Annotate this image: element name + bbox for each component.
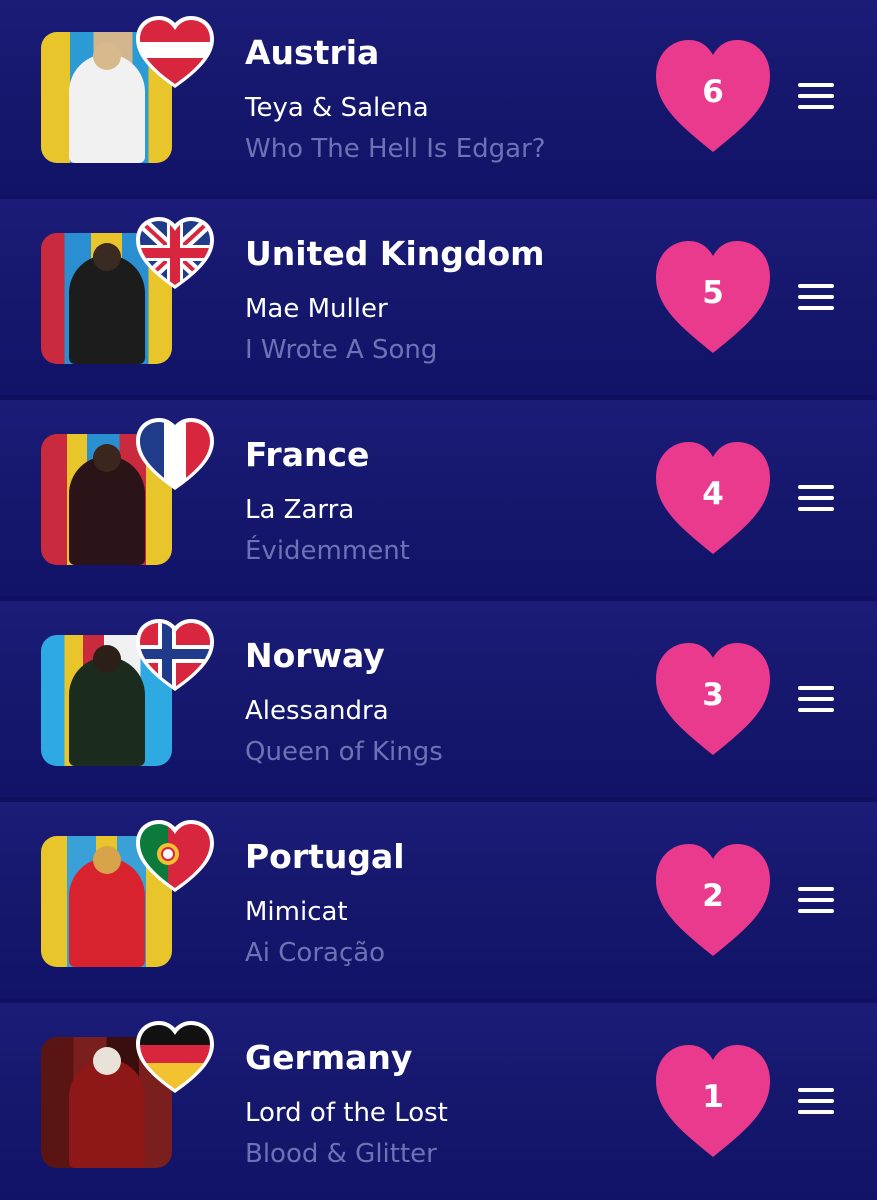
drag-handle-icon[interactable] — [798, 885, 834, 915]
points-heart-badge[interactable]: 1 — [653, 1043, 773, 1159]
song-title: Évidemment — [245, 536, 410, 566]
artist-name: Mae Muller — [245, 294, 388, 324]
points-value: 5 — [702, 275, 724, 311]
austria-flag-heart-icon — [136, 16, 214, 88]
country-name: Portugal — [245, 837, 405, 876]
france-flag-heart-icon — [136, 418, 214, 490]
artist-name: Lord of the Lost — [245, 1098, 448, 1128]
ranking-list: Austria Teya & Salena Who The Hell Is Ed… — [0, 0, 877, 1200]
country-name: Germany — [245, 1038, 413, 1077]
country-name: Austria — [245, 33, 380, 72]
drag-handle-icon[interactable] — [798, 684, 834, 714]
list-item[interactable]: Germany Lord of the Lost Blood & Glitter… — [0, 1003, 877, 1200]
points-heart-badge[interactable]: 2 — [653, 842, 773, 958]
points-value: 2 — [702, 878, 724, 914]
points-heart-badge[interactable]: 3 — [653, 641, 773, 757]
points-heart-badge[interactable]: 5 — [653, 239, 773, 355]
drag-handle-icon[interactable] — [798, 1086, 834, 1116]
points-value: 3 — [702, 677, 724, 713]
points-value: 4 — [702, 476, 724, 512]
artist-name: La Zarra — [245, 495, 355, 525]
points-value: 6 — [702, 74, 724, 110]
song-title: Ai Coração — [245, 938, 386, 968]
germany-flag-heart-icon — [136, 1021, 214, 1093]
song-title: Blood & Glitter — [245, 1139, 437, 1169]
portugal-flag-heart-icon — [136, 820, 214, 892]
song-title: Who The Hell Is Edgar? — [245, 134, 546, 164]
country-name: France — [245, 435, 370, 474]
list-item[interactable]: United Kingdom Mae Muller I Wrote A Song… — [0, 199, 877, 395]
song-title: Queen of Kings — [245, 737, 443, 767]
drag-handle-icon[interactable] — [798, 282, 834, 312]
country-name: Norway — [245, 636, 385, 675]
uk-flag-heart-icon — [136, 217, 214, 289]
drag-handle-icon[interactable] — [798, 483, 834, 513]
artist-name: Alessandra — [245, 696, 389, 726]
list-item[interactable]: France La Zarra Évidemment 4 — [0, 400, 877, 596]
country-name: United Kingdom — [245, 234, 545, 273]
list-item[interactable]: Norway Alessandra Queen of Kings 3 — [0, 601, 877, 797]
artist-name: Teya & Salena — [245, 93, 429, 123]
song-title: I Wrote A Song — [245, 335, 438, 365]
list-item[interactable]: Portugal Mimicat Ai Coração 2 — [0, 802, 877, 998]
points-heart-badge[interactable]: 6 — [653, 38, 773, 154]
drag-handle-icon[interactable] — [798, 81, 834, 111]
norway-flag-heart-icon — [136, 619, 214, 691]
list-item[interactable]: Austria Teya & Salena Who The Hell Is Ed… — [0, 0, 877, 195]
artist-name: Mimicat — [245, 897, 348, 927]
points-value: 1 — [702, 1079, 724, 1115]
points-heart-badge[interactable]: 4 — [653, 440, 773, 556]
